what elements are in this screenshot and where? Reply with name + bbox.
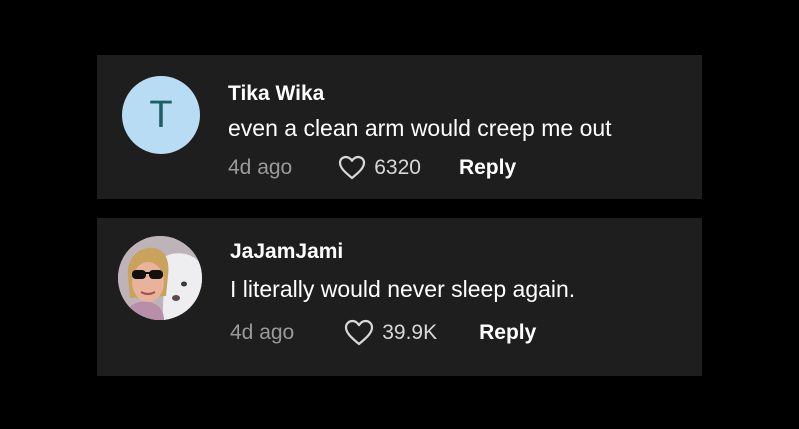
comment-meta: 4d ago 39.9K Reply	[230, 319, 536, 346]
comment-meta: 4d ago 6320 Reply	[228, 155, 516, 180]
comment-username[interactable]: Tika Wika	[228, 82, 324, 106]
like-button[interactable]: 39.9K	[344, 319, 437, 346]
comment-card: T Tika Wika even a clean arm would creep…	[97, 55, 702, 199]
heart-outline-icon	[344, 319, 374, 346]
like-count: 6320	[374, 155, 421, 179]
reply-button[interactable]: Reply	[459, 156, 516, 180]
reply-button[interactable]: Reply	[479, 321, 536, 345]
like-count: 39.9K	[382, 320, 438, 344]
heart-outline-icon	[338, 155, 366, 180]
comments-screenshot: T Tika Wika even a clean arm would creep…	[0, 0, 799, 429]
like-button[interactable]: 6320	[338, 155, 421, 180]
avatar-photo	[118, 236, 202, 320]
comment-timestamp: 4d ago	[230, 320, 295, 344]
comment-card: JaJamJami I literally would never sleep …	[97, 218, 702, 376]
avatar[interactable]	[118, 236, 202, 320]
comment-text: even a clean arm would creep me out	[228, 115, 612, 141]
avatar-initial: T	[149, 94, 173, 136]
comment-username[interactable]: JaJamJami	[230, 240, 343, 264]
comment-text: I literally would never sleep again.	[230, 276, 576, 302]
avatar[interactable]: T	[122, 76, 200, 154]
comment-timestamp: 4d ago	[228, 155, 293, 179]
